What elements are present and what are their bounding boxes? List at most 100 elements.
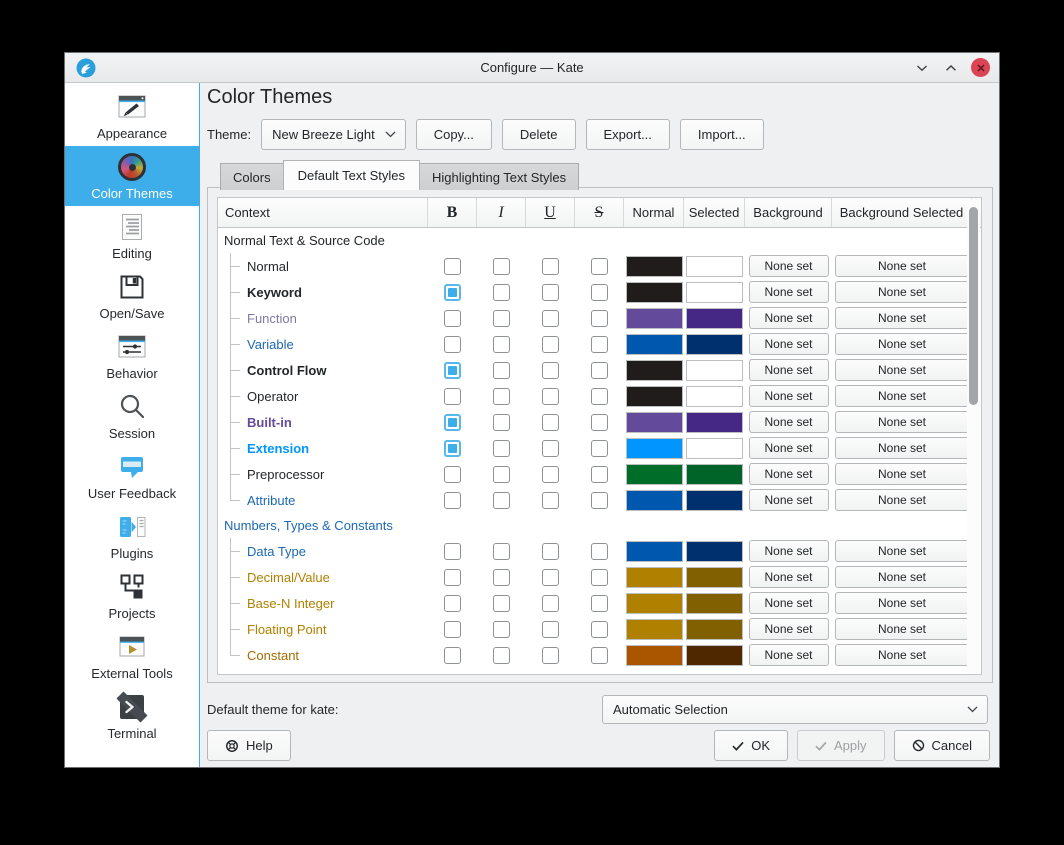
strikethrough-checkbox[interactable] <box>591 543 608 560</box>
underline-checkbox[interactable] <box>542 310 559 327</box>
background-button[interactable]: None set <box>749 618 829 640</box>
bold-checkbox[interactable] <box>444 492 461 509</box>
background-selected-button[interactable]: None set <box>835 644 969 666</box>
help-button[interactable]: Help <box>207 730 291 761</box>
bold-checkbox[interactable] <box>444 621 461 638</box>
selected-color-swatch[interactable] <box>686 567 743 588</box>
selected-color-swatch[interactable] <box>686 360 743 381</box>
underline-checkbox[interactable] <box>542 621 559 638</box>
background-button[interactable]: None set <box>749 489 829 511</box>
normal-color-swatch[interactable] <box>626 541 683 562</box>
italic-checkbox[interactable] <box>493 440 510 457</box>
italic-checkbox[interactable] <box>493 310 510 327</box>
bold-checkbox[interactable] <box>444 284 461 301</box>
delete-button[interactable]: Delete <box>502 119 576 150</box>
copy-button[interactable]: Copy... <box>416 119 492 150</box>
ok-button[interactable]: OK <box>714 730 788 761</box>
bold-checkbox[interactable] <box>444 569 461 586</box>
italic-checkbox[interactable] <box>493 595 510 612</box>
theme-combobox[interactable]: New Breeze Light <box>261 119 406 150</box>
selected-color-swatch[interactable] <box>686 334 743 355</box>
background-selected-button[interactable]: None set <box>835 463 969 485</box>
tab-highlighting-text-styles[interactable]: Highlighting Text Styles <box>419 163 579 190</box>
italic-checkbox[interactable] <box>493 388 510 405</box>
normal-color-swatch[interactable] <box>626 593 683 614</box>
tab-default-text-styles[interactable]: Default Text Styles <box>283 160 420 190</box>
bold-checkbox[interactable] <box>444 310 461 327</box>
normal-color-swatch[interactable] <box>626 386 683 407</box>
sidebar-item-external-tools[interactable]: External Tools <box>65 626 199 686</box>
background-selected-button[interactable]: None set <box>835 566 969 588</box>
underline-checkbox[interactable] <box>542 284 559 301</box>
underline-checkbox[interactable] <box>542 414 559 431</box>
italic-checkbox[interactable] <box>493 466 510 483</box>
background-button[interactable]: None set <box>749 385 829 407</box>
background-selected-button[interactable]: None set <box>835 385 969 407</box>
normal-color-swatch[interactable] <box>626 360 683 381</box>
background-button[interactable]: None set <box>749 644 829 666</box>
background-selected-button[interactable]: None set <box>835 359 969 381</box>
normal-color-swatch[interactable] <box>626 490 683 511</box>
italic-checkbox[interactable] <box>493 258 510 275</box>
strikethrough-checkbox[interactable] <box>591 414 608 431</box>
underline-checkbox[interactable] <box>542 336 559 353</box>
background-button[interactable]: None set <box>749 437 829 459</box>
background-button[interactable]: None set <box>749 463 829 485</box>
background-selected-button[interactable]: None set <box>835 307 969 329</box>
bold-checkbox[interactable] <box>444 466 461 483</box>
background-selected-button[interactable]: None set <box>835 618 969 640</box>
tab-colors[interactable]: Colors <box>220 163 284 190</box>
normal-color-swatch[interactable] <box>626 438 683 459</box>
strikethrough-checkbox[interactable] <box>591 492 608 509</box>
normal-color-swatch[interactable] <box>626 464 683 485</box>
background-selected-button[interactable]: None set <box>835 437 969 459</box>
background-button[interactable]: None set <box>749 540 829 562</box>
titlebar[interactable]: Configure — Kate <box>65 53 999 83</box>
normal-color-swatch[interactable] <box>626 256 683 277</box>
strikethrough-checkbox[interactable] <box>591 440 608 457</box>
background-selected-button[interactable]: None set <box>835 255 969 277</box>
italic-checkbox[interactable] <box>493 492 510 509</box>
apply-button[interactable]: Apply <box>797 730 885 761</box>
sidebar-item-terminal[interactable]: Terminal <box>65 686 199 746</box>
background-button[interactable]: None set <box>749 255 829 277</box>
sidebar-item-user-feedback[interactable]: User Feedback <box>65 446 199 506</box>
cancel-button[interactable]: Cancel <box>894 730 990 761</box>
underline-checkbox[interactable] <box>542 388 559 405</box>
background-selected-button[interactable]: None set <box>835 281 969 303</box>
bold-checkbox[interactable] <box>444 258 461 275</box>
strikethrough-checkbox[interactable] <box>591 362 608 379</box>
background-button[interactable]: None set <box>749 333 829 355</box>
underline-checkbox[interactable] <box>542 362 559 379</box>
strikethrough-checkbox[interactable] <box>591 258 608 275</box>
italic-checkbox[interactable] <box>493 414 510 431</box>
selected-color-swatch[interactable] <box>686 593 743 614</box>
background-selected-button[interactable]: None set <box>835 411 969 433</box>
normal-color-swatch[interactable] <box>626 567 683 588</box>
selected-color-swatch[interactable] <box>686 464 743 485</box>
underline-checkbox[interactable] <box>542 258 559 275</box>
selected-color-swatch[interactable] <box>686 619 743 640</box>
background-button[interactable]: None set <box>749 359 829 381</box>
normal-color-swatch[interactable] <box>626 412 683 433</box>
background-button[interactable]: None set <box>749 281 829 303</box>
export-button[interactable]: Export... <box>586 119 670 150</box>
bold-checkbox[interactable] <box>444 336 461 353</box>
underline-checkbox[interactable] <box>542 492 559 509</box>
strikethrough-checkbox[interactable] <box>591 569 608 586</box>
italic-checkbox[interactable] <box>493 647 510 664</box>
minimize-icon[interactable] <box>913 59 931 77</box>
bold-checkbox[interactable] <box>444 388 461 405</box>
underline-checkbox[interactable] <box>542 466 559 483</box>
background-button[interactable]: None set <box>749 411 829 433</box>
background-selected-button[interactable]: None set <box>835 489 969 511</box>
underline-checkbox[interactable] <box>542 440 559 457</box>
background-selected-button[interactable]: None set <box>835 540 969 562</box>
bold-checkbox[interactable] <box>444 647 461 664</box>
background-button[interactable]: None set <box>749 566 829 588</box>
selected-color-swatch[interactable] <box>686 386 743 407</box>
selected-color-swatch[interactable] <box>686 256 743 277</box>
strikethrough-checkbox[interactable] <box>591 336 608 353</box>
sidebar-item-editing[interactable]: Editing <box>65 206 199 266</box>
sidebar-item-behavior[interactable]: Behavior <box>65 326 199 386</box>
